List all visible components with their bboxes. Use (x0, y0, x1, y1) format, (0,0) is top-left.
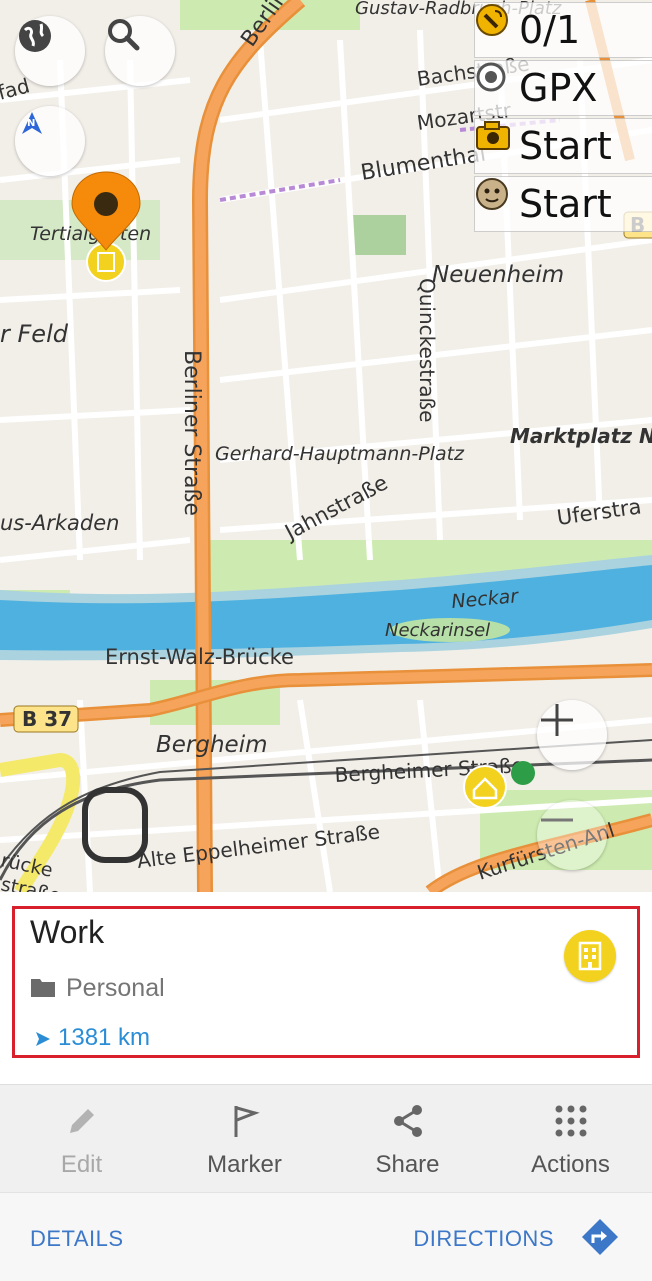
grid-dots-icon (555, 1105, 586, 1137)
card-distance: 1381 km (58, 1024, 151, 1051)
widget-counter-text: 0/1 (519, 8, 581, 52)
widget-audio-text: Start (519, 182, 612, 226)
zoom-out-button[interactable] (537, 800, 607, 870)
flag-icon (234, 1106, 260, 1137)
home-marker[interactable] (463, 765, 507, 809)
microphone-face-icon (476, 178, 508, 210)
label-ernst-walz: Ernst-Walz-Brücke (105, 645, 294, 669)
widget-photo[interactable]: Start (474, 118, 652, 174)
building-icon (578, 941, 602, 971)
zoom-in-button[interactable] (537, 700, 607, 770)
folder-icon (31, 979, 55, 997)
actions-button[interactable]: Actions (489, 1085, 652, 1193)
search-button[interactable] (105, 16, 175, 86)
card-folder-name: Personal (66, 974, 165, 1002)
building-badge (564, 930, 616, 982)
widget-gpx-text: GPX (519, 66, 598, 110)
edit-button[interactable]: Edit (0, 1085, 163, 1193)
compass-button[interactable]: N (15, 106, 85, 176)
card-title: Work (30, 914, 105, 950)
gpx-record-icon (476, 62, 506, 92)
share-icon (393, 1105, 422, 1137)
details-button[interactable]: DETAILS (30, 1226, 124, 1252)
label-feld: r Feld (0, 320, 69, 348)
label-neuenheim: Neuenheim (432, 262, 564, 288)
label-arkaden: us-Arkaden (0, 511, 119, 535)
favorite-info-card[interactable]: Work Personal 1381 km (0, 892, 652, 1084)
action-bar: Edit Marker Share Actions (0, 1084, 652, 1193)
globe-icon (19, 20, 51, 52)
label-quinckestrasse: Quinckestraße (415, 278, 439, 422)
directions-diamond-icon[interactable] (580, 1217, 620, 1257)
svg-text:N: N (27, 118, 35, 129)
label-berliner-strasse: Berliner Straße (179, 350, 204, 516)
share-button[interactable]: Share (326, 1085, 489, 1193)
map-view[interactable]: Gustav-Radbruch-Platz Bachstraße Mozarts… (0, 0, 652, 892)
widget-photo-text: Start (519, 124, 612, 168)
directions-button[interactable]: DIRECTIONS (413, 1226, 554, 1252)
label-gerhard: Gerhard-Hauptmann-Platz (215, 443, 465, 465)
label-uferstra: Uferstra (555, 494, 643, 530)
camera-icon (476, 121, 510, 150)
minus-icon (541, 818, 573, 822)
plus-icon (541, 704, 573, 736)
park-area (352, 215, 406, 255)
actions-label: Actions (531, 1151, 610, 1178)
widget-counter[interactable]: 0/1 (474, 2, 652, 58)
satellite-dish-icon (476, 4, 508, 36)
label-neckarinsel: Neckarinsel (385, 620, 490, 641)
pencil-icon (69, 1109, 94, 1133)
label-b37: B 37 (22, 707, 72, 731)
marker-button[interactable]: Marker (163, 1085, 326, 1193)
marker-label: Marker (207, 1151, 282, 1178)
label-marktplatz: Marktplatz N (510, 424, 652, 448)
label-bergheim: Bergheim (156, 732, 268, 758)
share-label: Share (375, 1151, 440, 1178)
bottom-bar: DETAILS DIRECTIONS (0, 1192, 652, 1281)
direction-arrow-icon (36, 1032, 50, 1046)
widget-audio[interactable]: Start (474, 176, 652, 232)
search-icon (108, 19, 140, 51)
green-dot-marker[interactable] (511, 761, 535, 785)
edit-label: Edit (60, 1151, 103, 1178)
compass-icon: N (22, 112, 42, 134)
widget-gpx[interactable]: GPX (474, 60, 652, 116)
map-layers-button[interactable] (15, 16, 85, 86)
